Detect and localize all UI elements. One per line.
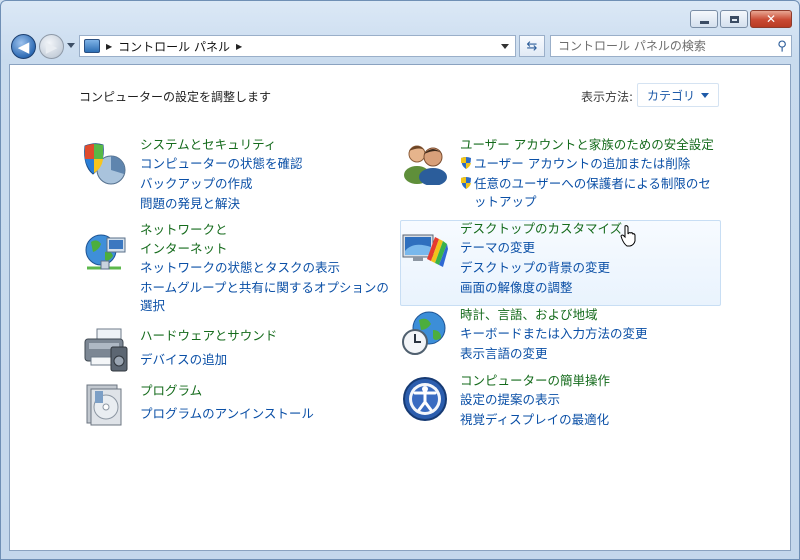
hardware-sound-icon xyxy=(84,328,128,372)
ease-of-access-icon xyxy=(403,377,447,421)
user-accounts-icon xyxy=(404,145,447,185)
link-change-display-language[interactable]: 表示言語の変更 xyxy=(460,345,548,363)
back-arrow-icon: ◀ xyxy=(17,37,30,56)
search-input[interactable] xyxy=(551,38,773,54)
search-box[interactable]: ⚲ xyxy=(550,35,792,57)
programs-icon xyxy=(86,384,122,426)
chevron-down-icon xyxy=(701,92,709,98)
control-panel-icon xyxy=(84,39,100,53)
link-add-remove-accounts[interactable]: ユーザー アカウントの追加または削除 xyxy=(460,155,690,173)
recent-pages-dropdown[interactable] xyxy=(67,43,75,48)
link-change-desktop-background[interactable]: デスクトップの背景の変更 xyxy=(460,259,610,277)
view-by-label: 表示方法: xyxy=(581,90,634,104)
appearance-personalization-icon xyxy=(402,234,448,267)
category-title-programs[interactable]: プログラム xyxy=(140,382,202,400)
forward-arrow-icon: ▶ xyxy=(45,37,58,56)
minimize-icon xyxy=(699,20,709,24)
link-create-backup[interactable]: バックアップの作成 xyxy=(140,175,253,193)
category-title-appearance[interactable]: デスクトップのカスタマイズ xyxy=(460,220,622,238)
refresh-button[interactable]: ⇆ xyxy=(519,35,545,57)
control-panel-window: ✕ ◀ ▶ ▶ コントロール パネル ▶ ⇆ ⚲ コンピューターの設定を調整しま… xyxy=(0,0,800,560)
category-title-system-security[interactable]: システムとセキュリティ xyxy=(140,136,276,154)
refresh-icon: ⇆ xyxy=(526,38,538,54)
hand-cursor-icon xyxy=(620,225,636,247)
link-uninstall-program[interactable]: プログラムのアンインストール xyxy=(140,405,314,423)
link-parental-controls-cont[interactable]: ットアップ xyxy=(474,193,537,211)
link-suggested-settings[interactable]: 設定の提案の表示 xyxy=(460,391,560,409)
breadcrumb-separator-icon[interactable]: ▶ xyxy=(236,42,242,51)
link-optimize-visual-display[interactable]: 視覚ディスプレイの最適化 xyxy=(460,411,609,429)
link-parental-controls[interactable]: 任意のユーザーへの保護者による制限のセ xyxy=(460,175,711,193)
category-title-network-line1[interactable]: ネットワークと xyxy=(140,221,228,239)
close-icon: ✕ xyxy=(765,12,777,26)
view-by-value: カテゴリ xyxy=(646,88,695,103)
forward-button[interactable]: ▶ xyxy=(39,34,64,59)
link-check-computer-status[interactable]: コンピューターの状態を確認 xyxy=(140,155,303,173)
search-icon[interactable]: ⚲ xyxy=(773,39,791,54)
uac-shield-icon xyxy=(461,177,471,189)
system-security-icon xyxy=(84,143,126,185)
link-homegroup-options[interactable]: ホームグループと共有に関するオプションの xyxy=(140,279,389,297)
network-internet-icon xyxy=(85,234,126,270)
content-area: コンピューターの設定を調整します 表示方法: カテゴリ システムとセキュリティ … xyxy=(9,64,791,551)
link-find-fix-problems[interactable]: 問題の発見と解決 xyxy=(140,195,240,213)
breadcrumb-control-panel[interactable]: コントロール パネル xyxy=(118,38,230,55)
link-network-status[interactable]: ネットワークの状態とタスクの表示 xyxy=(140,259,340,277)
minimize-button[interactable] xyxy=(690,10,718,28)
address-bar[interactable]: ▶ コントロール パネル ▶ xyxy=(79,35,516,57)
link-change-theme[interactable]: テーマの変更 xyxy=(460,239,535,257)
category-title-user-accounts[interactable]: ユーザー アカウントと家族のための安全設定 xyxy=(460,136,714,154)
category-title-clock-language-region[interactable]: 時計、言語、および地域 xyxy=(460,306,598,324)
category-title-network-line2[interactable]: インターネット xyxy=(140,240,228,258)
link-add-remove-accounts-label: ユーザー アカウントの追加または削除 xyxy=(474,156,691,171)
uac-shield-icon xyxy=(461,157,471,169)
address-dropdown-icon[interactable] xyxy=(501,43,509,49)
maximize-button[interactable] xyxy=(720,10,748,28)
clock-language-region-icon xyxy=(402,311,446,355)
link-homegroup-options-cont[interactable]: 選択 xyxy=(140,297,165,315)
category-title-hardware-sound[interactable]: ハードウェアとサウンド xyxy=(140,327,277,345)
caption-buttons: ✕ xyxy=(690,10,792,28)
category-title-ease-of-access[interactable]: コンピューターの簡単操作 xyxy=(460,372,610,390)
close-button[interactable]: ✕ xyxy=(750,10,792,28)
view-by-dropdown[interactable]: カテゴリ xyxy=(637,83,719,107)
maximize-icon xyxy=(729,15,739,23)
breadcrumb-separator-icon[interactable]: ▶ xyxy=(106,42,112,51)
link-add-device[interactable]: デバイスの追加 xyxy=(140,351,227,369)
link-change-keyboard-input[interactable]: キーボードまたは入力方法の変更 xyxy=(460,325,648,343)
back-button[interactable]: ◀ xyxy=(11,34,36,59)
link-adjust-resolution[interactable]: 画面の解像度の調整 xyxy=(460,279,573,297)
page-heading: コンピューターの設定を調整します xyxy=(79,90,272,104)
link-parental-controls-label: 任意のユーザーへの保護者による制限のセ xyxy=(474,176,711,191)
